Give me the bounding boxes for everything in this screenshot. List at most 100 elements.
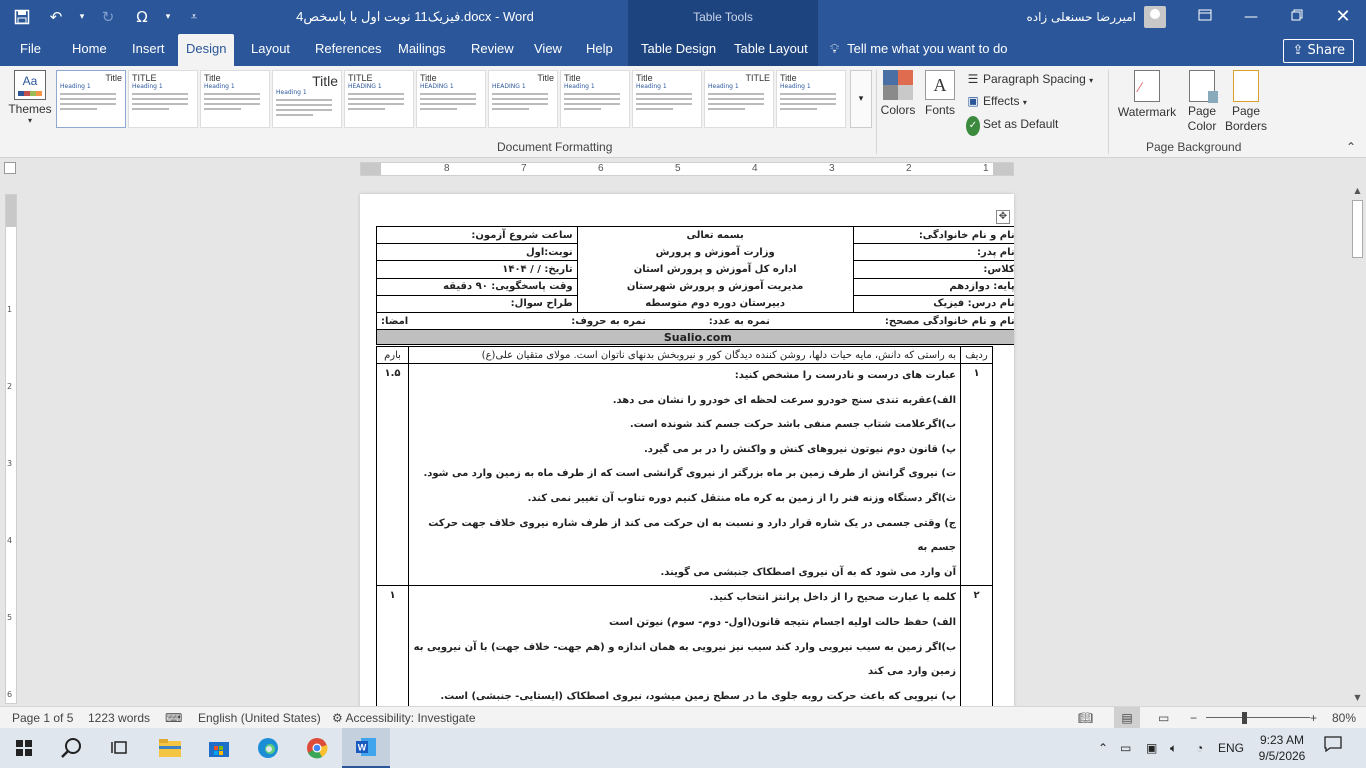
- questions-table[interactable]: ردیف به راستی که دانش، مایه حیات دلها، ر…: [376, 346, 993, 714]
- tell-me-search[interactable]: 💡︎ Tell me what you want to do: [830, 34, 1008, 66]
- meet-now-icon[interactable]: ▣: [1146, 728, 1157, 768]
- vertical-scrollbar[interactable]: ▲ ▼: [1349, 180, 1366, 706]
- style-set-item[interactable]: Title Heading 1: [56, 70, 126, 128]
- cell-name[interactable]: نام و نام خانوادگی:: [852, 225, 1014, 245]
- col-score-header[interactable]: بارم: [376, 346, 409, 364]
- question-score[interactable]: ۱.۵: [376, 362, 409, 587]
- question-body[interactable]: کلمه یا عبارت صحیح را از داخل پرانتز انت…: [408, 585, 961, 714]
- cell-corrector-row[interactable]: نام و نام خانوادگی مصحح: نمره به عدد: نم…: [376, 312, 1014, 330]
- chrome-icon[interactable]: [293, 728, 341, 768]
- cell-header-center[interactable]: بسمه تعالی وزارت آموزش و پرورش اداره کل …: [576, 226, 854, 313]
- style-set-item[interactable]: Title HEADING 1: [488, 70, 558, 128]
- style-set-item[interactable]: TITLE Heading 1: [128, 70, 198, 128]
- undo-dropdown-icon[interactable]: ▾: [76, 3, 88, 31]
- style-set-item[interactable]: Title HEADING 1: [416, 70, 486, 128]
- document-page[interactable]: نام و نام خانوادگی: بسمه تعالی وزارت آمو…: [360, 194, 1014, 714]
- restore-button[interactable]: [1274, 0, 1320, 34]
- fonts-button[interactable]: A Fonts: [920, 70, 960, 117]
- cell-turn[interactable]: نوبت:اول: [376, 243, 578, 262]
- scroll-thumb[interactable]: [1352, 200, 1363, 258]
- avatar[interactable]: [1144, 6, 1166, 28]
- windows-start-icon[interactable]: [0, 728, 48, 768]
- store-icon[interactable]: [195, 728, 243, 768]
- zoom-out-icon[interactable]: −: [1190, 707, 1197, 729]
- volume-muted-icon[interactable]: 🔈︎: [1170, 728, 1177, 768]
- symbol-icon[interactable]: Ω: [128, 3, 156, 31]
- style-set-item[interactable]: Title Heading 1: [200, 70, 270, 128]
- minimize-button[interactable]: —: [1228, 0, 1274, 34]
- style-set-item[interactable]: Title Heading 1: [632, 70, 702, 128]
- collapse-ribbon-icon[interactable]: ⌃: [1346, 140, 1356, 154]
- share-button[interactable]: ⇪ Share: [1283, 39, 1354, 63]
- zoom-slider-thumb[interactable]: [1242, 712, 1247, 724]
- cell-start-time[interactable]: ساعت شروع آزمون:: [376, 225, 578, 245]
- gallery-more-button[interactable]: ▾: [850, 70, 872, 128]
- input-language[interactable]: ENG: [1218, 728, 1244, 768]
- print-layout-icon[interactable]: ▤: [1114, 707, 1140, 729]
- style-set-item[interactable]: TITLE HEADING 1: [344, 70, 414, 128]
- exam-table[interactable]: نام و نام خانوادگی: بسمه تعالی وزارت آمو…: [376, 225, 1014, 345]
- cell-class[interactable]: کلاس:: [852, 260, 1014, 279]
- colors-button[interactable]: Colors: [878, 70, 918, 117]
- tab-table-design[interactable]: Table Design: [633, 34, 724, 66]
- tab-mailings[interactable]: Mailings: [390, 34, 454, 66]
- zoom-level[interactable]: 80%: [1332, 707, 1356, 729]
- question-score[interactable]: ۱: [376, 585, 409, 714]
- clock[interactable]: 9:23 AM 9/5/2026: [1252, 732, 1312, 764]
- cell-grade[interactable]: پایه: دوازدهم: [852, 277, 1014, 296]
- network-icon[interactable]: ◔: [1196, 728, 1203, 768]
- page-color-button[interactable]: Page Color: [1180, 70, 1224, 134]
- task-view-icon[interactable]: [96, 728, 144, 768]
- cell-designer[interactable]: طراح سوال:: [376, 294, 578, 314]
- question-body[interactable]: عبارت های درست و نادرست را مشخص کنید: الف…: [408, 362, 961, 587]
- tab-file[interactable]: File: [12, 34, 49, 66]
- tab-design[interactable]: Design: [178, 34, 235, 66]
- ribbon-display-options-icon[interactable]: [1182, 0, 1228, 34]
- motto-cell[interactable]: به راستی که دانش، مایه حیات دلها، روشن ک…: [408, 346, 961, 364]
- watermark-button[interactable]: ∕ Watermark: [1114, 70, 1180, 119]
- scroll-up-icon[interactable]: ▲: [1349, 182, 1366, 199]
- set-as-default-button[interactable]: ✓ Set as Default: [966, 114, 1058, 136]
- cell-answer-time[interactable]: وقت پاسخگویی: ۹۰ دقیقه: [376, 277, 578, 296]
- symbol-dropdown-icon[interactable]: ▾: [162, 3, 174, 31]
- zoom-in-icon[interactable]: +: [1310, 707, 1317, 729]
- word-count[interactable]: 1223 words: [88, 707, 150, 729]
- tab-view[interactable]: View: [526, 34, 570, 66]
- word-taskbar-icon[interactable]: W: [342, 728, 390, 768]
- zoom-slider[interactable]: [1206, 717, 1310, 718]
- tab-references[interactable]: References: [307, 34, 389, 66]
- tab-insert[interactable]: Insert: [124, 34, 173, 66]
- tab-home[interactable]: Home: [64, 34, 115, 66]
- file-explorer-icon[interactable]: [146, 728, 194, 768]
- horizontal-ruler[interactable]: 8 7 6 5 4 3 2 1: [360, 162, 1014, 176]
- paragraph-spacing-button[interactable]: ☰ Paragraph Spacing ▾: [966, 69, 1094, 89]
- table-move-handle-icon[interactable]: ✥: [996, 210, 1010, 224]
- web-layout-icon[interactable]: ▭: [1158, 707, 1169, 729]
- language[interactable]: English (United States): [198, 707, 321, 729]
- style-set-item[interactable]: Title Heading 1: [560, 70, 630, 128]
- tab-selector[interactable]: [4, 162, 16, 174]
- effects-button[interactable]: ▣ Effects ▾: [966, 91, 1027, 111]
- cell-date[interactable]: تاریخ: / / ۱۴۰۴: [376, 260, 578, 279]
- tab-review[interactable]: Review: [463, 34, 522, 66]
- proofing-icon[interactable]: ⌨: [165, 707, 182, 729]
- themes-button[interactable]: Aa Themes ▾: [6, 70, 54, 125]
- scroll-down-icon[interactable]: ▼: [1349, 689, 1366, 706]
- user-name[interactable]: امیررضا حسنعلی زاده: [1026, 0, 1136, 34]
- col-row-header[interactable]: ردیف: [960, 346, 993, 364]
- cell-father[interactable]: نام پدر:: [852, 243, 1014, 262]
- page-count[interactable]: Page 1 of 5: [12, 707, 73, 729]
- redo-icon[interactable]: ↻: [94, 3, 122, 31]
- style-set-item[interactable]: TITLE Heading 1: [704, 70, 774, 128]
- read-mode-icon[interactable]: 📖︎: [1078, 707, 1093, 729]
- page-borders-button[interactable]: Page Borders: [1224, 70, 1268, 134]
- close-button[interactable]: ✕: [1320, 0, 1366, 34]
- edge-icon[interactable]: [244, 728, 292, 768]
- question-number[interactable]: ۱: [960, 362, 993, 587]
- undo-icon[interactable]: ↶: [42, 3, 70, 31]
- site-banner[interactable]: Sualio.com: [376, 329, 1014, 345]
- tab-table-layout[interactable]: Table Layout: [726, 34, 816, 66]
- chevron-up-icon[interactable]: ⌃: [1098, 728, 1108, 768]
- search-icon[interactable]: [48, 728, 96, 768]
- cell-subject[interactable]: نام درس: فیزیک: [852, 294, 1014, 314]
